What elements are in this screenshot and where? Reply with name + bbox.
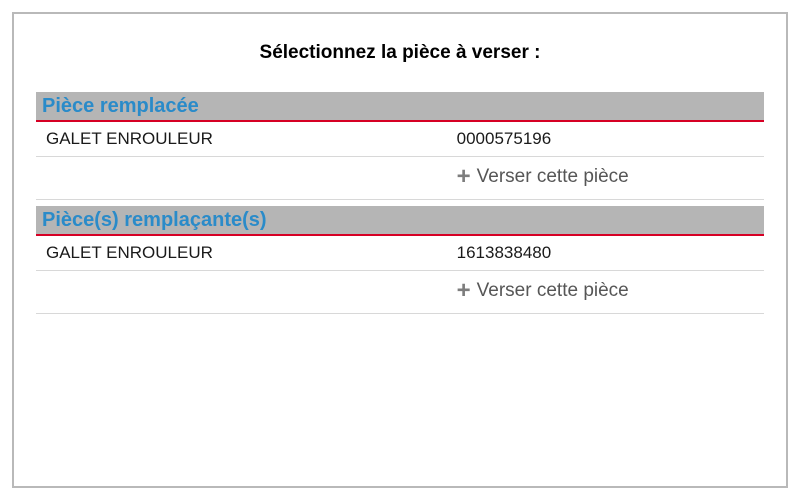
verser-button[interactable]: + Verser cette pièce xyxy=(457,279,629,303)
part-row: GALET ENROULEUR 1613838480 xyxy=(36,236,764,271)
section-header-replaced: Pièce remplacée xyxy=(36,92,764,122)
part-name: GALET ENROULEUR xyxy=(46,243,457,263)
verser-button-label: Verser cette pièce xyxy=(477,280,629,302)
part-action-row: + Verser cette pièce xyxy=(36,271,764,314)
section-header-replacing: Pièce(s) remplaçante(s) xyxy=(36,206,764,236)
part-row: GALET ENROULEUR 0000575196 xyxy=(36,122,764,157)
panel-title: Sélectionnez la pièce à verser : xyxy=(36,42,764,64)
verser-button[interactable]: + Verser cette pièce xyxy=(457,165,629,189)
section-header-label: Pièce remplacée xyxy=(42,95,199,117)
part-action-row: + Verser cette pièce xyxy=(36,157,764,200)
part-name: GALET ENROULEUR xyxy=(46,129,457,149)
part-code: 1613838480 xyxy=(457,243,754,263)
section-header-label: Pièce(s) remplaçante(s) xyxy=(42,209,267,231)
parts-selection-panel: Sélectionnez la pièce à verser : Pièce r… xyxy=(12,12,788,488)
plus-icon: + xyxy=(457,279,471,303)
verser-button-label: Verser cette pièce xyxy=(477,166,629,188)
part-code: 0000575196 xyxy=(457,129,754,149)
plus-icon: + xyxy=(457,165,471,189)
